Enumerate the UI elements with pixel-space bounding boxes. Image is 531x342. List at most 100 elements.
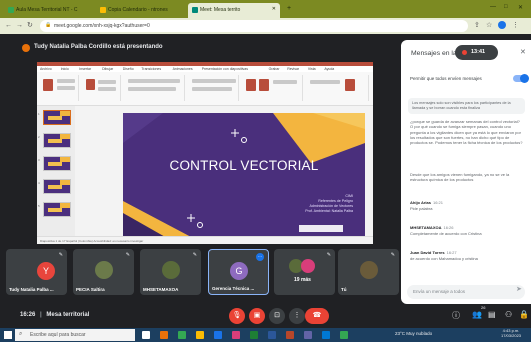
ribbon-tab[interactable]: Insertar bbox=[79, 67, 91, 71]
ribbon-tab[interactable]: Grabar bbox=[269, 67, 280, 71]
ribbon-group bbox=[83, 75, 121, 101]
ribbon-tab[interactable]: Animaciones bbox=[173, 67, 193, 71]
ribbon-group bbox=[189, 75, 239, 101]
meeting-info: 16:26 | Mesa territorial bbox=[20, 312, 90, 318]
word-icon[interactable] bbox=[268, 331, 276, 339]
browser-tab[interactable]: Aula Mesa Territorial NT - C bbox=[4, 3, 92, 18]
participant-tile[interactable]: ✎ Y Tudy Natalia Palba ... bbox=[6, 249, 67, 295]
participant-tile-more[interactable]: ✎ 19 más bbox=[274, 249, 335, 295]
file-explorer-icon[interactable] bbox=[196, 331, 204, 339]
reload-icon[interactable]: ↻ bbox=[27, 21, 33, 31]
slide-info-line: Prof. Ambiental: Natalia Palba bbox=[305, 209, 353, 213]
chat-message-text: Pide palabra bbox=[410, 206, 433, 211]
slide-thumbnail[interactable] bbox=[43, 110, 71, 125]
task-view-icon[interactable] bbox=[142, 331, 150, 339]
forward-icon[interactable]: → bbox=[16, 21, 23, 31]
chat-message-text: Completamente de acuerdo con Cristina bbox=[410, 231, 482, 236]
participant-tile[interactable]: ✎ PECIA Saltira bbox=[73, 249, 134, 295]
powerpoint-icon[interactable] bbox=[286, 331, 294, 339]
taskbar-clock[interactable]: 4:43 p.m. 17/03/2023 bbox=[501, 328, 521, 338]
participant-tile[interactable]: ✎ MHSETAMAXOA bbox=[140, 249, 201, 295]
present-button[interactable]: ⊡ bbox=[269, 308, 285, 324]
chat-message-input[interactable]: Envía un mensaje a todos bbox=[407, 285, 525, 299]
close-icon[interactable]: ✕ bbox=[520, 48, 526, 56]
slide-title: CONTROL VECTORIAL bbox=[169, 158, 319, 173]
browser-tab[interactable]: Copia Calendario - ntrones bbox=[96, 3, 184, 18]
weather-widget[interactable]: 23°C Muy nublado bbox=[395, 331, 432, 336]
toggle-knob bbox=[520, 74, 529, 83]
activities-icon[interactable]: ⚇ bbox=[505, 310, 512, 319]
paste-icon bbox=[43, 79, 53, 91]
window-close-icon[interactable]: ✕ bbox=[518, 4, 523, 11]
more-options-button[interactable]: ⋮ bbox=[289, 308, 305, 324]
url-input[interactable]: 🔒 meet.google.com/xnh-xsjq-kgx?authuser=… bbox=[40, 20, 468, 32]
outlook-icon[interactable] bbox=[322, 331, 330, 339]
chrome-icon[interactable] bbox=[178, 331, 186, 339]
browser-tab-bar: Aula Mesa Territorial NT - C Copia Calen… bbox=[0, 0, 531, 18]
tab-favicon-icon bbox=[100, 7, 106, 13]
chat-message-sender: Ahijo Arias 16:21 bbox=[410, 200, 443, 205]
url-text: meet.google.com/xnh-xsjq-kgx?authuser=0 bbox=[54, 23, 150, 29]
ribbon-group bbox=[307, 75, 369, 101]
chat-icon[interactable]: ▤ bbox=[488, 310, 496, 319]
ribbon-tab[interactable]: Transiciones bbox=[141, 67, 161, 71]
avatar bbox=[360, 261, 378, 279]
chat-message-text: de acuerdo con Mahamadou y cristina bbox=[410, 256, 478, 261]
app-icon[interactable] bbox=[232, 331, 240, 339]
chat-notice: Los mensajes solo son visibles para los … bbox=[408, 98, 525, 114]
taskbar-search-input[interactable]: ⌕ Escribe aquí para buscar bbox=[15, 329, 135, 341]
ribbon-tab[interactable]: Presentación con diapositivas bbox=[202, 67, 248, 71]
chat-message-sender: MHSETAMAXOA 16:26 bbox=[410, 225, 454, 230]
ppt-title-bar bbox=[37, 62, 373, 66]
window-minimize-icon[interactable]: — bbox=[490, 4, 496, 10]
window-maximize-icon[interactable]: □ bbox=[504, 4, 508, 10]
bookmark-star-icon[interactable]: ☆ bbox=[486, 21, 492, 31]
chat-message-text: ¿porque se guarda de avanzar semanas del… bbox=[410, 119, 523, 146]
slide-thumbnail[interactable] bbox=[43, 179, 71, 194]
info-icon[interactable]: ⓘ bbox=[452, 310, 460, 321]
mic-off-button[interactable]: 🎙 bbox=[229, 308, 245, 324]
browser-tab-active[interactable]: Meet: Mesa territo ✕ bbox=[188, 3, 280, 18]
tab-close-icon[interactable]: ✕ bbox=[272, 6, 276, 12]
back-icon[interactable]: ← bbox=[5, 21, 12, 31]
ribbon-tab[interactable]: Ayuda bbox=[324, 67, 334, 71]
avatar: Y bbox=[37, 262, 55, 280]
mic-off-icon: ✎ bbox=[192, 252, 197, 258]
windows-start-icon[interactable] bbox=[4, 331, 12, 339]
ribbon-group bbox=[125, 75, 185, 101]
ribbon-tab[interactable]: Archivo bbox=[40, 67, 52, 71]
ribbon-tab[interactable]: Revisar bbox=[287, 67, 299, 71]
lock-icon[interactable]: 🔒 bbox=[519, 310, 529, 319]
share-icon[interactable]: ⇪ bbox=[474, 21, 480, 31]
recording-dot-icon bbox=[462, 50, 467, 55]
ribbon-group bbox=[39, 75, 79, 101]
ribbon-tab[interactable]: Dibujar bbox=[102, 67, 113, 71]
excel-icon[interactable] bbox=[250, 331, 258, 339]
participant-tile-active[interactable]: ⋯ G Gerencia Técnica ... bbox=[208, 249, 269, 295]
new-tab-button[interactable]: + bbox=[287, 5, 291, 12]
ribbon-tab[interactable]: Diseño bbox=[123, 67, 134, 71]
people-icon[interactable]: 👥 bbox=[472, 310, 482, 319]
send-icon[interactable]: ➤ bbox=[516, 285, 522, 293]
participant-name: Gerencia Técnica ... bbox=[212, 286, 255, 291]
profile-icon[interactable] bbox=[498, 21, 506, 29]
extensions-icon[interactable]: ⋮ bbox=[512, 21, 519, 31]
slide-thumbnail[interactable] bbox=[43, 133, 71, 148]
shared-screen: Archivo Inicio Insertar Dibujar Diseño Transi… bbox=[37, 62, 373, 244]
teams-icon[interactable] bbox=[304, 331, 312, 339]
ribbon-tab[interactable]: Inicio bbox=[61, 67, 69, 71]
participant-tile-self[interactable]: ✎ Tú bbox=[338, 249, 399, 295]
more-options-icon[interactable]: ⋯ bbox=[256, 253, 264, 261]
app-icon[interactable] bbox=[160, 331, 168, 339]
hang-up-button[interactable]: ☎ bbox=[305, 308, 329, 324]
app-icon[interactable] bbox=[340, 331, 348, 339]
edge-icon[interactable] bbox=[214, 331, 222, 339]
ribbon-tab[interactable]: Vista bbox=[308, 67, 316, 71]
camera-off-button[interactable]: ▣ bbox=[249, 308, 265, 324]
presenter-banner: Tudy Natalia Palba Cordillo está present… bbox=[34, 44, 163, 50]
slide-thumbnail[interactable] bbox=[43, 156, 71, 171]
tab-label: Meet: Mesa territo bbox=[200, 7, 241, 13]
slide-thumbnail[interactable] bbox=[43, 202, 71, 217]
search-icon: ⌕ bbox=[19, 331, 23, 337]
ppt-ribbon-tabs: Archivo Inicio Insertar Dibujar Diseño Transi… bbox=[37, 62, 373, 72]
